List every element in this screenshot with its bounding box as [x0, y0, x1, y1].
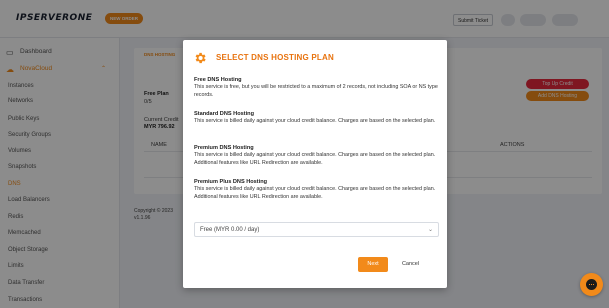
plan-premium-plus-desc: This service is billed daily against you… — [194, 186, 436, 200]
next-button[interactable]: Next — [358, 257, 388, 272]
plan-select-value: Free (MYR 0.00 / day) — [200, 226, 260, 233]
plan-free-name: Free DNS Hosting — [194, 77, 242, 83]
cancel-button[interactable]: Cancel — [393, 257, 428, 272]
chat-button[interactable] — [580, 273, 603, 296]
plan-standard-name: Standard DNS Hosting — [194, 111, 254, 117]
plan-select[interactable]: Free (MYR 0.00 / day) ⌄ — [194, 222, 439, 237]
plan-free-desc: This service is free, but you will be re… — [194, 84, 438, 98]
plan-premium-desc: This service is billed daily against you… — [194, 152, 436, 166]
chat-icon — [586, 279, 597, 290]
plan-premium-plus-name: Premium Plus DNS Hosting — [194, 179, 268, 185]
gear-icon — [195, 52, 206, 64]
modal-title: SELECT DNS HOSTING PLAN — [216, 53, 334, 62]
plan-premium-name: Premium DNS Hosting — [194, 145, 254, 151]
select-dns-plan-modal: SELECT DNS HOSTING PLAN Free DNS Hosting… — [183, 40, 447, 288]
plan-standard-desc: This service is billed daily against you… — [194, 118, 436, 124]
chevron-down-icon: ⌄ — [427, 227, 433, 233]
